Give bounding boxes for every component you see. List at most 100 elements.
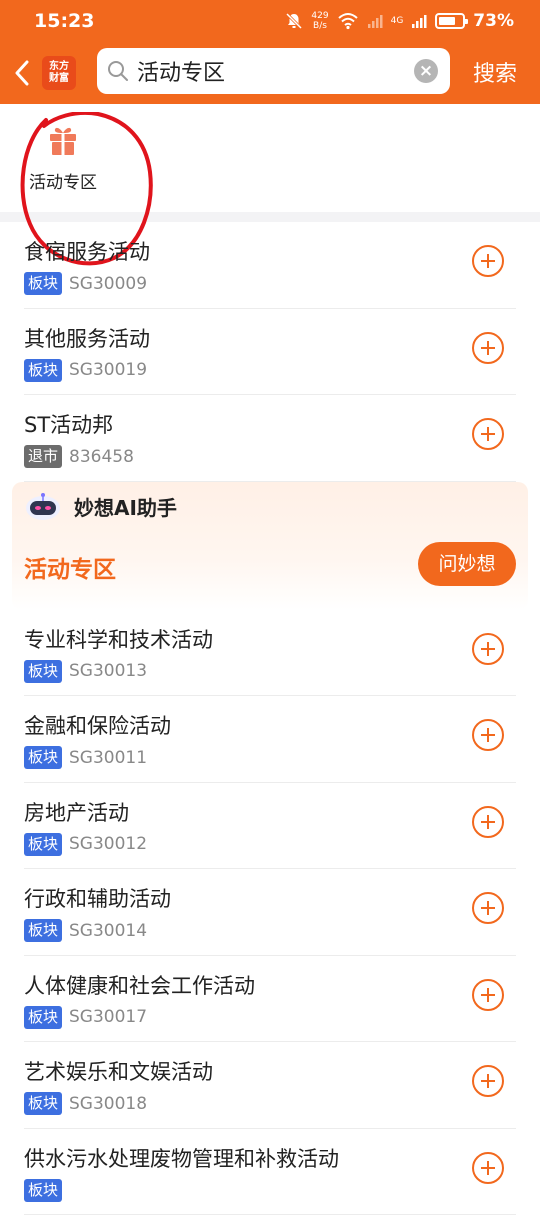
result-tag: 退市 [24,445,62,468]
plus-icon [479,899,497,917]
list-item[interactable]: 供水污水处理废物管理和补救活动板块 [24,1129,516,1215]
signal-icon-1 [367,13,383,29]
result-name: ST活动邦 [24,409,113,439]
result-name: 其他服务活动 [24,323,150,353]
quick-entry-section: 活动专区 [0,104,540,212]
section-divider [0,212,540,222]
add-watchlist-button[interactable] [472,1152,504,1184]
result-code: 836458 [69,447,134,467]
add-watchlist-button[interactable] [472,719,504,751]
result-name: 房地产活动 [24,797,129,827]
robot-icon [24,492,62,522]
result-tag: 板块 [24,1179,62,1202]
add-watchlist-button[interactable] [472,418,504,450]
plus-icon [479,986,497,1004]
search-input[interactable] [137,59,397,84]
net-speed: 429 B/s [311,11,328,31]
gift-icon [46,124,80,158]
result-name: 专业科学和技术活动 [24,624,213,654]
ai-assistant-card[interactable]: 妙想AI助手 活动专区 问妙想 [12,482,528,610]
list-item[interactable]: 人体健康和社会工作活动板块 SG30017 [24,956,516,1043]
plus-icon [479,640,497,658]
result-meta: 板块 SG30013 [24,660,147,683]
result-name: 人体健康和社会工作活动 [24,970,255,1000]
plus-icon [479,252,497,270]
result-name: 供水污水处理废物管理和补救活动 [24,1143,339,1173]
mute-bell-icon [285,12,303,30]
result-tag: 板块 [24,919,62,942]
result-name: 金融和保险活动 [24,710,171,740]
add-watchlist-button[interactable] [472,332,504,364]
battery-icon [435,13,465,29]
ai-card-header: 妙想AI助手 [24,492,177,522]
signal-icon-2 [411,13,427,29]
result-name: 艺术娱乐和文娱活动 [24,1056,213,1086]
battery-percent: 73% [473,11,514,31]
result-code: SG30013 [69,661,147,681]
list-item[interactable]: 艺术娱乐和文娱活动板块 SG30018 [24,1042,516,1129]
list-item[interactable]: 其他服务活动板块SG30019 [24,309,516,396]
plus-icon [479,339,497,357]
search-box[interactable]: × [97,48,450,94]
plus-icon [479,425,497,443]
result-tag: 板块 [24,1006,62,1029]
clear-icon[interactable]: × [414,59,438,83]
search-header: 东方 财富 × 搜索 [0,42,540,104]
result-name: 行政和辅助活动 [24,883,171,913]
list-item[interactable]: 房地产活动板块 SG30012 [24,783,516,870]
add-watchlist-button[interactable] [472,245,504,277]
status-time: 15:23 [34,10,94,32]
ai-card-title: 妙想AI助手 [74,492,177,521]
app-logo[interactable]: 东方 财富 [42,56,76,90]
wifi-icon [337,12,359,30]
result-tag: 板块 [24,833,62,856]
result-tag: 板块 [24,746,62,769]
plus-icon [479,1159,497,1177]
result-code: SG30012 [69,834,147,854]
status-icons: 429 B/s 4G 73% [285,11,514,31]
chevron-left-icon [14,60,30,86]
plus-icon [479,813,497,831]
back-button[interactable] [2,42,42,104]
result-code: SG30019 [69,360,147,380]
add-watchlist-button[interactable] [472,1065,504,1097]
list-item[interactable]: 金融和保险活动板块 SG30011 [24,696,516,783]
search-results: 食宿服务活动板块SG30009其他服务活动板块SG30019ST活动邦退市836… [0,222,540,1215]
result-tag: 板块 [24,1092,62,1115]
plus-icon [479,1072,497,1090]
result-code: SG30014 [69,921,147,941]
search-icon [107,60,129,82]
result-code: SG30017 [69,1007,147,1027]
search-button[interactable]: 搜索 [473,56,517,88]
result-meta: 板块 [24,1179,69,1202]
ask-miaoxiang-button[interactable]: 问妙想 [418,542,516,586]
list-item[interactable]: 专业科学和技术活动板块 SG30013 [24,610,516,697]
ai-card-topic[interactable]: 活动专区 [24,550,116,584]
result-name: 食宿服务活动 [24,236,150,266]
add-watchlist-button[interactable] [472,806,504,838]
result-code: SG30009 [69,274,147,294]
network-type: 4G [391,16,404,26]
result-meta: 板块 SG30009 [24,272,147,295]
add-watchlist-button[interactable] [472,892,504,924]
result-code: SG30018 [69,1094,147,1114]
result-meta: 退市 836458 [24,445,134,468]
result-meta: 板块 SG30018 [24,1092,147,1115]
add-watchlist-button[interactable] [472,633,504,665]
list-item[interactable]: ST活动邦退市 836458 [24,395,516,482]
result-meta: 板块 SG30014 [24,919,147,942]
battery-fill [439,17,455,25]
result-meta: 板块 SG30012 [24,833,147,856]
activity-zone-entry[interactable]: 活动专区 [22,124,104,193]
result-meta: 板块SG30019 [24,359,147,382]
list-item[interactable]: 行政和辅助活动板块 SG30014 [24,869,516,956]
result-tag: 板块 [24,660,62,683]
result-meta: 板块 SG30017 [24,1006,147,1029]
list-item[interactable]: 食宿服务活动板块 SG30009 [24,222,516,309]
result-tag: 板块 [24,272,62,295]
result-meta: 板块 SG30011 [24,746,147,769]
activity-zone-label: 活动专区 [22,168,104,193]
result-code: SG30011 [69,748,147,768]
plus-icon [479,726,497,744]
add-watchlist-button[interactable] [472,979,504,1011]
